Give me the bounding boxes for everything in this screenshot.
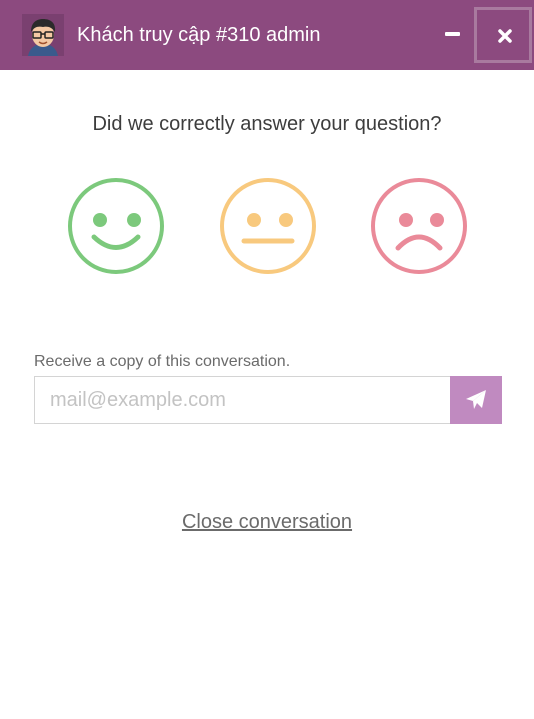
rating-sad-button[interactable] xyxy=(369,176,469,276)
chat-window-title: Khách truy cập #310 admin xyxy=(77,24,321,46)
paper-plane-icon xyxy=(466,390,486,409)
rating-happy-button[interactable] xyxy=(66,176,166,276)
transcript-label: Receive a copy of this conversation. xyxy=(34,353,291,370)
close-conversation-link[interactable]: Close conversation xyxy=(182,511,352,533)
chat-window-header: Khách truy cập #310 admin xyxy=(0,0,534,70)
sad-face-icon xyxy=(371,178,467,274)
rating-neutral-button[interactable] xyxy=(218,176,318,276)
minimize-button[interactable] xyxy=(438,18,468,50)
send-transcript-button[interactable] xyxy=(450,376,502,424)
feedback-question: Did we correctly answer your question? xyxy=(92,113,442,135)
close-conversation-container: Close conversation xyxy=(0,509,534,535)
neutral-face-icon xyxy=(220,178,316,274)
avatar xyxy=(22,14,64,56)
cartoon-man-with-glasses-avatar xyxy=(22,14,64,56)
email-input[interactable] xyxy=(34,376,450,424)
close-window-button[interactable] xyxy=(474,7,532,63)
happy-face-icon xyxy=(68,178,164,274)
minimize-icon xyxy=(445,32,460,36)
close-icon xyxy=(498,29,512,43)
